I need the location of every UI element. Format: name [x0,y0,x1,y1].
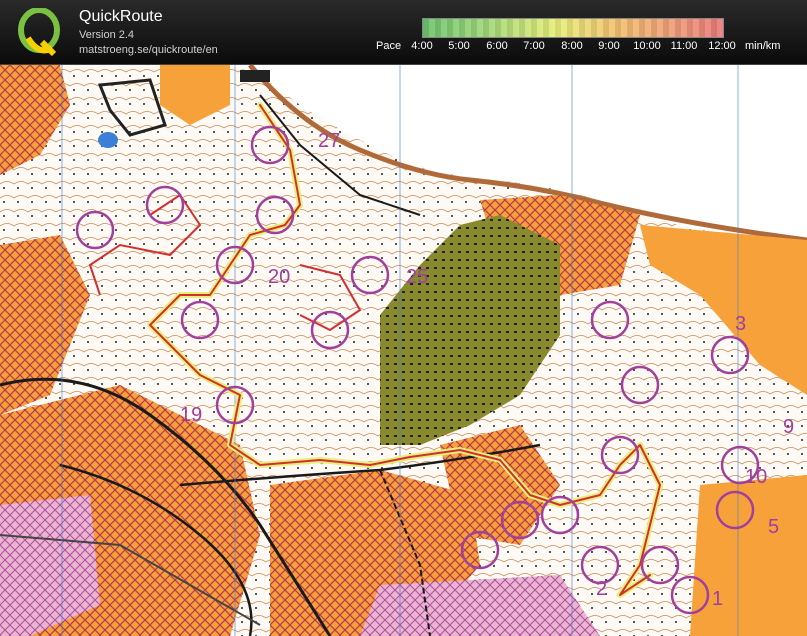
pace-label: Pace [376,40,402,52]
app-title: QuickRoute [79,8,163,25]
building [240,70,270,82]
pace-tick: 9:00 [598,40,620,52]
pace-tick: 6:00 [486,40,508,52]
pace-tick: 10:00 [633,40,661,52]
orienteering-map[interactable]: 27 20 25 19 3 9 10 5 2 1 [0,65,807,636]
quickroute-logo-icon [18,8,60,56]
restricted-area [360,575,600,636]
app-header: QuickRoute Version 2.4 matstroeng.se/qui… [0,0,807,65]
pace-tick: 7:00 [523,40,545,52]
map-canvas: 27 20 25 19 3 9 10 5 2 1 [0,65,807,636]
pace-tick: 8:00 [561,40,583,52]
lake [98,132,118,148]
control-number: 25 [406,266,428,288]
pace-unit: min/km [745,40,781,52]
control-number: 1 [712,588,723,610]
pace-tick: 12:00 [708,40,736,52]
control-number: 20 [268,266,290,288]
control-number: 2 [596,578,607,600]
pace-tick: 4:00 [411,40,433,52]
app-url[interactable]: matstroeng.se/quickroute/en [79,44,218,56]
pace-tick: 11:00 [670,40,698,52]
control-number: 10 [745,466,767,488]
control-number: 9 [783,416,794,438]
control-number: 19 [180,404,202,426]
app-version: Version 2.4 [79,29,135,41]
pace-tick: 5:00 [448,40,470,52]
pace-color-scale [422,18,724,38]
control-number: 27 [318,130,340,152]
control-number: 3 [735,313,746,335]
control-number: 5 [768,516,779,538]
